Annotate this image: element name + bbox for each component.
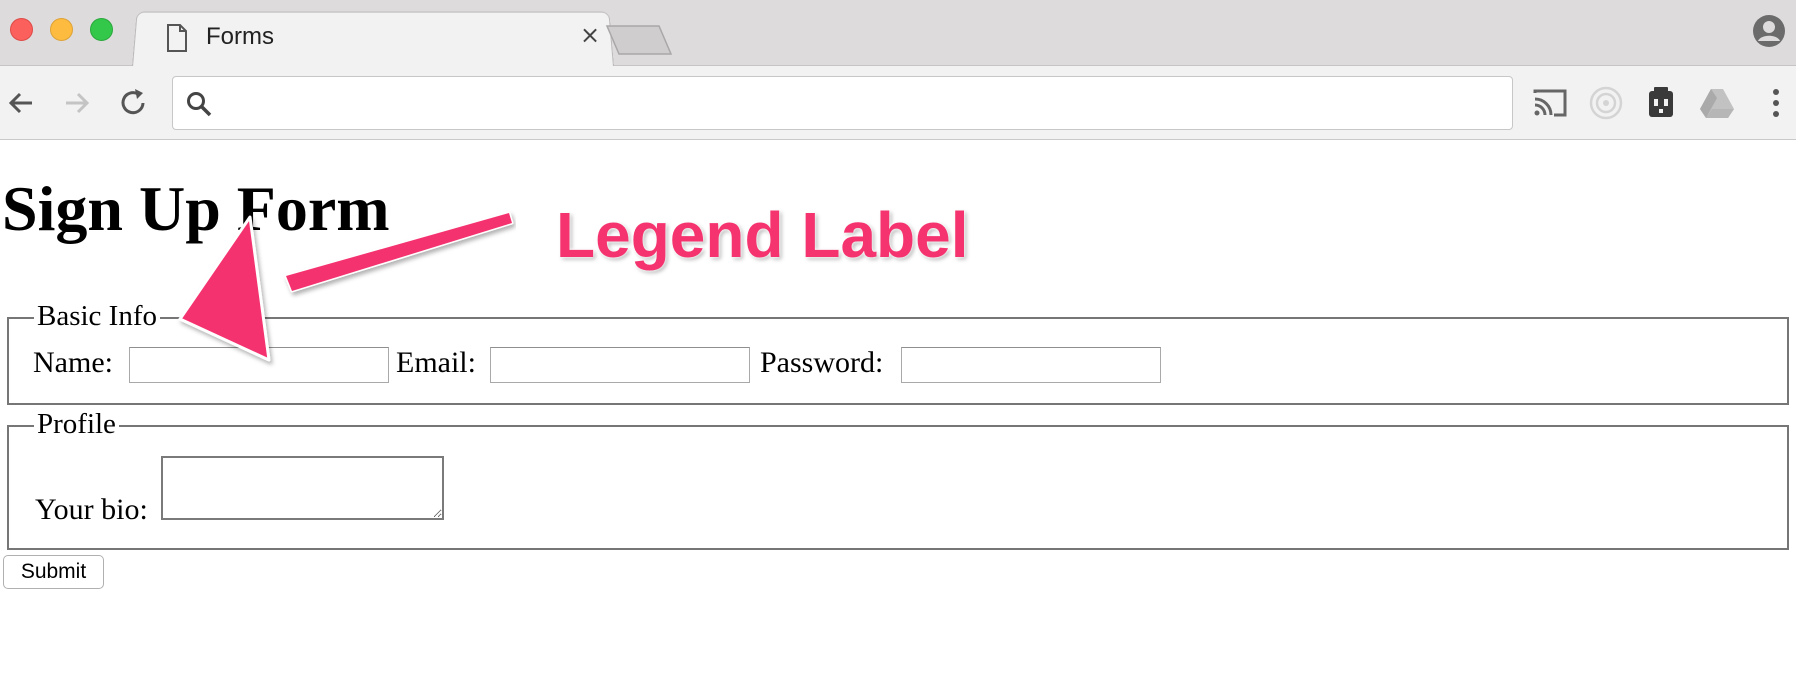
more-menu-icon[interactable] (1756, 83, 1796, 123)
extension-plug-icon[interactable] (1641, 83, 1681, 123)
drive-icon[interactable] (1697, 83, 1737, 123)
bio-textarea[interactable] (161, 456, 444, 520)
basic-info-legend: Basic Info (34, 299, 160, 333)
submit-button[interactable]: Submit (3, 555, 104, 589)
tab-close-icon[interactable]: × (578, 23, 602, 47)
tab-strip: Forms × (0, 0, 1796, 68)
email-input[interactable] (490, 347, 750, 383)
tab-title: Forms (206, 23, 274, 50)
close-window-button[interactable] (10, 18, 33, 41)
search-icon (185, 90, 213, 123)
forward-icon[interactable] (60, 86, 94, 120)
profile-icon[interactable] (1752, 14, 1786, 53)
name-label: Name: (33, 346, 113, 379)
reload-icon[interactable] (116, 86, 150, 120)
active-tab[interactable]: Forms × (132, 10, 614, 66)
back-icon[interactable] (4, 86, 38, 120)
minimize-window-button[interactable] (50, 18, 73, 41)
extension-disc-icon[interactable] (1586, 83, 1626, 123)
bio-label: Your bio: (35, 493, 148, 526)
address-input[interactable] (225, 85, 1495, 121)
password-input[interactable] (901, 347, 1161, 383)
address-bar[interactable] (172, 76, 1513, 130)
maximize-window-button[interactable] (90, 18, 113, 41)
annotation-label: Legend Label (556, 199, 969, 271)
annotation-arrow-icon (178, 211, 514, 362)
new-tab-button[interactable] (605, 24, 675, 61)
page-icon (166, 24, 188, 57)
password-label: Password: (760, 346, 884, 379)
browser-toolbar (0, 66, 1796, 140)
profile-legend: Profile (34, 407, 119, 441)
cast-icon[interactable] (1530, 83, 1570, 123)
page-content: Sign Up Form Basic Info Name: Email: Pas… (0, 141, 1796, 688)
